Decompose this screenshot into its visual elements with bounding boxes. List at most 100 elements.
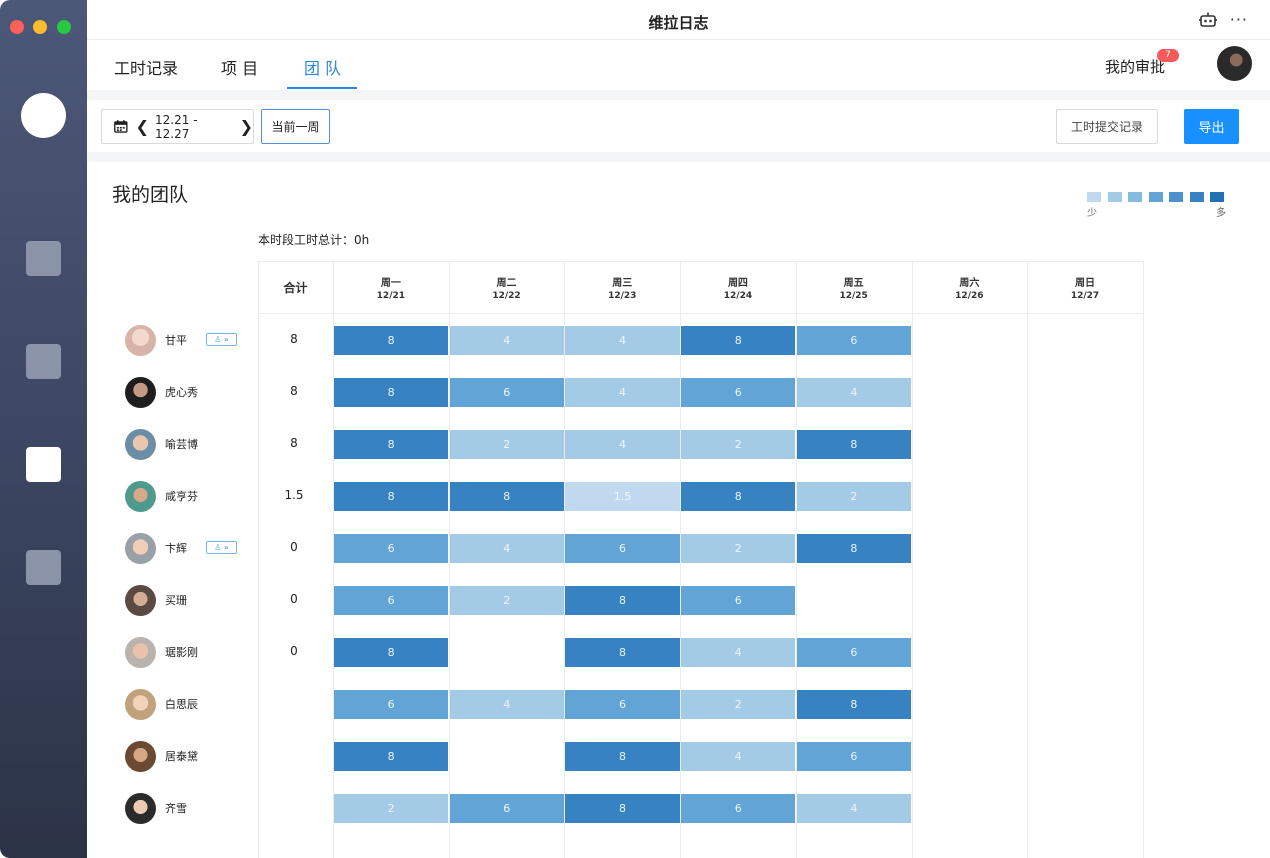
more-icon[interactable]: ···: [1230, 10, 1248, 29]
chevron-right-icon[interactable]: ❯: [240, 117, 253, 136]
tab-team[interactable]: 团 队: [304, 55, 341, 79]
day-column-header: 周日 12/27: [1027, 261, 1143, 313]
legend-swatch: [1189, 192, 1204, 202]
hours-cell[interactable]: 8: [565, 638, 680, 667]
hours-cell[interactable]: 4: [565, 430, 680, 459]
member-avatar: [125, 532, 156, 564]
hours-cell[interactable]: 6: [796, 742, 911, 771]
window-title: 维拉日志: [648, 14, 709, 32]
day-column-header: 周六 12/26: [912, 261, 1028, 313]
robot-icon[interactable]: [1199, 12, 1217, 28]
dock-item-1[interactable]: [26, 241, 61, 276]
hours-cell[interactable]: 4: [449, 690, 564, 719]
chevron-left-icon[interactable]: ❮: [136, 117, 149, 136]
user-avatar[interactable]: [1217, 46, 1252, 81]
member-name: 咸亨芬: [165, 490, 198, 503]
hours-cell[interactable]: 6: [565, 690, 680, 719]
current-week-button[interactable]: 当前一周: [261, 109, 330, 144]
hours-cell[interactable]: 8: [565, 794, 680, 823]
hours-cell[interactable]: 4: [796, 378, 911, 407]
hours-cell[interactable]: 6: [796, 638, 911, 667]
hours-cell[interactable]: 4: [449, 326, 564, 355]
hours-cell[interactable]: 8: [565, 586, 680, 615]
hours-cell[interactable]: 4: [449, 534, 564, 563]
day-label: 周六: [959, 277, 980, 289]
hours-cell[interactable]: 6: [796, 326, 911, 355]
intensity-legend: 少 多: [1087, 192, 1229, 222]
minimize-window-button[interactable]: [33, 20, 47, 34]
hours-cell[interactable]: 6: [565, 534, 680, 563]
title-bar: 维拉日志 ···: [87, 0, 1270, 40]
hours-cell[interactable]: 8: [681, 326, 796, 355]
day-date: 12/26: [955, 290, 984, 301]
hours-cell[interactable]: 8: [334, 742, 449, 771]
my-approvals-link[interactable]: 我的审批: [1105, 56, 1165, 77]
member-name: 甘平: [165, 334, 187, 347]
hours-cell[interactable]: 2: [449, 586, 564, 615]
member-total: 0: [290, 540, 298, 554]
member-role-tag[interactable]: ♙ »: [206, 541, 237, 554]
export-button[interactable]: 导出: [1184, 109, 1239, 144]
hours-cell[interactable]: 8: [334, 638, 449, 667]
hours-cell[interactable]: 2: [334, 794, 449, 823]
hours-cell[interactable]: 8: [565, 742, 680, 771]
hours-cell[interactable]: 4: [681, 742, 796, 771]
hours-cell[interactable]: 6: [449, 794, 564, 823]
hours-cell[interactable]: 8: [796, 534, 911, 563]
maximize-window-button[interactable]: [57, 20, 71, 34]
member-avatar: [125, 740, 156, 772]
day-column-header: 周二 12/22: [449, 261, 565, 313]
member-row[interactable]: 白思辰: [125, 688, 325, 720]
hours-cell[interactable]: 2: [681, 690, 796, 719]
hours-cell[interactable]: 4: [565, 326, 680, 355]
hours-cell[interactable]: 8: [334, 378, 449, 407]
dock-item-2[interactable]: [26, 344, 61, 379]
legend-swatch: [1087, 192, 1101, 202]
dock-item-3[interactable]: [26, 447, 61, 482]
close-window-button[interactable]: [10, 20, 24, 34]
hours-cell[interactable]: 8: [796, 690, 911, 719]
hours-cell[interactable]: 4: [681, 638, 796, 667]
separator-band-2: [87, 152, 1270, 162]
hours-cell[interactable]: 8: [334, 482, 449, 511]
tab-projects[interactable]: 项 目: [221, 55, 258, 79]
hours-cell[interactable]: 8: [681, 482, 796, 511]
submission-records-button[interactable]: 工时提交记录: [1056, 109, 1158, 144]
hours-cell[interactable]: 6: [334, 534, 449, 563]
hours-cell[interactable]: 8: [334, 326, 449, 355]
member-row[interactable]: 齐雪: [125, 792, 325, 824]
member-total: 8: [290, 332, 298, 346]
hours-cell[interactable]: 6: [681, 794, 796, 823]
hours-cell[interactable]: 2: [449, 430, 564, 459]
hours-cell[interactable]: 8: [334, 430, 449, 459]
hours-cell[interactable]: 6: [449, 378, 564, 407]
date-range-picker[interactable]: ❮ 12.21 - 12.27 ❯: [101, 109, 254, 144]
page-title: 我的团队: [112, 184, 189, 206]
tab-timesheet[interactable]: 工时记录: [114, 55, 178, 79]
hours-cell[interactable]: 1.5: [565, 482, 680, 511]
active-tab-indicator: [287, 87, 357, 89]
member-total: 0: [290, 592, 298, 606]
member-avatar: [125, 792, 156, 824]
day-label: 周四: [727, 277, 748, 289]
dock-item-4[interactable]: [26, 550, 61, 585]
grid-column-line: [1027, 261, 1029, 858]
team-panel: 我的团队 少 多 本时段工时总计：0h 合计 周一 12/21 周二 12/22 周三 12…: [87, 162, 1270, 858]
hours-cell[interactable]: 2: [796, 482, 911, 511]
hours-cell[interactable]: 8: [796, 430, 911, 459]
member-role-tag[interactable]: ♙ »: [206, 333, 237, 346]
hours-cell[interactable]: 2: [681, 430, 796, 459]
day-label: 周三: [612, 277, 633, 289]
dock-avatar[interactable]: [21, 93, 66, 138]
hours-cell[interactable]: 4: [565, 378, 680, 407]
hours-cell[interactable]: 4: [796, 794, 911, 823]
hours-cell[interactable]: 6: [334, 586, 449, 615]
hours-cell[interactable]: 2: [681, 534, 796, 563]
hours-cell[interactable]: 6: [681, 586, 796, 615]
hours-cell[interactable]: 6: [334, 690, 449, 719]
member-avatar: [125, 376, 156, 408]
hours-cell[interactable]: 8: [449, 482, 564, 511]
member-total: 0: [290, 644, 298, 658]
hours-cell[interactable]: 6: [681, 378, 796, 407]
member-row[interactable]: 居泰黛: [125, 740, 325, 772]
